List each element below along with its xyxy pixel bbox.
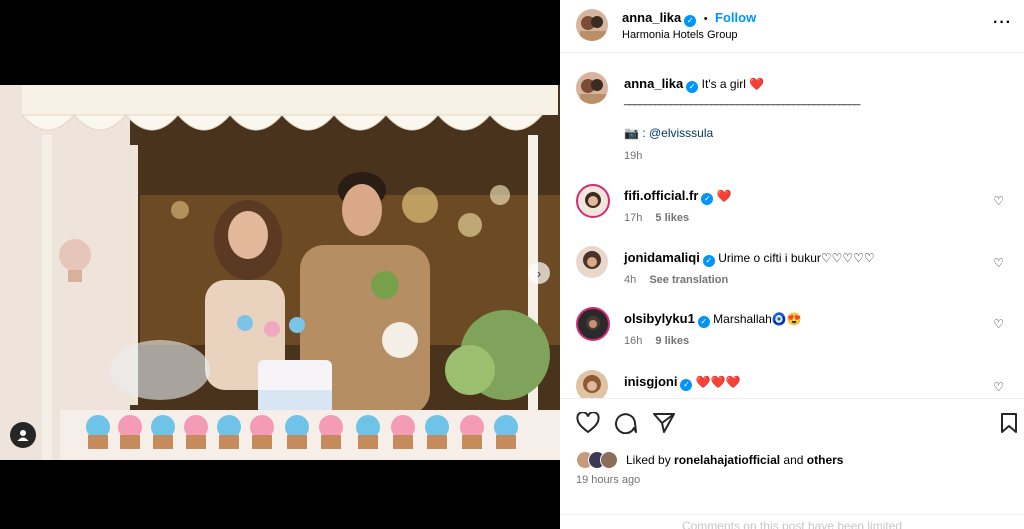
comment-likes[interactable]: 9 likes bbox=[655, 335, 689, 347]
liked-by-prefix: Liked by bbox=[626, 453, 671, 467]
comment-text: Urime o cifti i bukur♡♡♡♡♡ bbox=[718, 251, 875, 265]
comment-time: 16h bbox=[624, 335, 643, 347]
commenter-avatar[interactable] bbox=[576, 370, 608, 398]
comment-time: 17h bbox=[624, 212, 643, 224]
liker-avatar bbox=[600, 451, 618, 469]
liked-by-and: and bbox=[783, 453, 804, 467]
comment-like-heart-icon[interactable]: ♡ bbox=[993, 256, 1004, 270]
comments-limited-notice: Comments on this post have been limited bbox=[681, 519, 903, 529]
post-location[interactable]: Harmonia Hotels Group bbox=[622, 29, 738, 41]
comment-text: Marshallah🧿😍 bbox=[713, 312, 802, 326]
user-tags-button[interactable] bbox=[10, 422, 36, 448]
commenter-username[interactable]: inisgjoni bbox=[624, 374, 677, 389]
liked-by-summary: Liked by ronelahajatiofficial and others bbox=[626, 453, 843, 467]
comment-text: ❤️ bbox=[716, 189, 732, 203]
caption-time: 19h bbox=[624, 150, 643, 162]
heart-icon[interactable] bbox=[576, 412, 600, 434]
bookmark-icon[interactable] bbox=[1000, 412, 1018, 434]
comment-item: inisgjoni ✓ ❤️❤️❤️ ♡ bbox=[576, 370, 1008, 398]
separator-dot: • bbox=[703, 13, 708, 25]
see-translation-link[interactable]: See translation bbox=[649, 274, 728, 286]
post-actions: Liked by ronelahajatiofficial and others… bbox=[560, 398, 1024, 529]
verified-badge-icon: ✓ bbox=[697, 316, 710, 328]
next-photo-button[interactable]: › bbox=[528, 262, 550, 284]
author-username[interactable]: anna_lika bbox=[622, 10, 681, 25]
verified-badge-icon: ✓ bbox=[702, 255, 715, 267]
verified-badge-icon: ✓ bbox=[686, 81, 699, 93]
post-details-panel: anna_lika ✓ • Follow Harmonia Hotels Grou… bbox=[560, 0, 1024, 529]
comment-item: fifi.official.fr ✓ ❤️ 17h 5 likes ♡ bbox=[576, 184, 1008, 224]
comment-item: jonidamaliqi ✓ Urime o cifti i bukur♡♡♡♡♡… bbox=[576, 246, 1008, 286]
comment-likes[interactable]: 5 likes bbox=[655, 212, 689, 224]
commenter-username[interactable]: fifi.official.fr bbox=[624, 188, 698, 203]
verified-badge-icon: ✓ bbox=[680, 379, 693, 391]
follow-button[interactable]: Follow bbox=[715, 10, 756, 25]
caption-heart-emoji: ❤️ bbox=[749, 77, 765, 91]
commenter-avatar[interactable] bbox=[576, 184, 610, 218]
comment-icon[interactable] bbox=[614, 412, 638, 434]
liked-by-others[interactable]: others bbox=[807, 453, 844, 467]
comment-text: ❤️❤️❤️ bbox=[695, 375, 741, 389]
commenter-username[interactable]: jonidamaliqi bbox=[624, 250, 700, 265]
post-media: › bbox=[0, 0, 560, 529]
commenter-avatar[interactable] bbox=[576, 246, 608, 278]
comment-like-heart-icon[interactable]: ♡ bbox=[993, 317, 1004, 331]
commenter-avatar[interactable] bbox=[576, 307, 610, 341]
share-icon[interactable] bbox=[652, 412, 676, 434]
caption-credit-mention[interactable]: : @elvisssula bbox=[642, 126, 713, 140]
caption-text: It's a girl bbox=[701, 77, 746, 91]
camera-emoji: 📷 bbox=[624, 126, 639, 140]
divider bbox=[560, 514, 1024, 515]
comment-like-heart-icon[interactable]: ♡ bbox=[993, 194, 1004, 208]
post-photo[interactable] bbox=[0, 85, 560, 460]
commenter-username[interactable]: olsibylyku1 bbox=[624, 311, 695, 326]
caption-divider: ________________________________________… bbox=[624, 94, 860, 106]
chevron-right-icon: › bbox=[536, 265, 542, 281]
liked-by-user[interactable]: ronelahajatiofficial bbox=[674, 453, 780, 467]
comment-time: 4h bbox=[624, 274, 637, 286]
caption-username[interactable]: anna_lika bbox=[624, 76, 683, 91]
post-header: anna_lika ✓ • Follow Harmonia Hotels Grou… bbox=[560, 0, 1024, 53]
user-tag-icon bbox=[17, 430, 29, 441]
post-photo-illustration bbox=[0, 85, 560, 460]
verified-badge-icon: ✓ bbox=[684, 15, 697, 27]
caption-avatar[interactable] bbox=[576, 72, 608, 104]
more-options-icon[interactable]: ··· bbox=[993, 14, 1012, 32]
verified-badge-icon: ✓ bbox=[701, 193, 714, 205]
post-caption: anna_lika ✓ It's a girl ❤️ ______________… bbox=[576, 72, 1008, 167]
author-avatar[interactable] bbox=[576, 9, 608, 41]
comment-like-heart-icon[interactable]: ♡ bbox=[993, 380, 1004, 394]
comment-item: olsibylyku1 ✓ Marshallah🧿😍 16h 9 likes ♡ bbox=[576, 307, 1008, 347]
post-timestamp: 19 hours ago bbox=[576, 474, 641, 486]
